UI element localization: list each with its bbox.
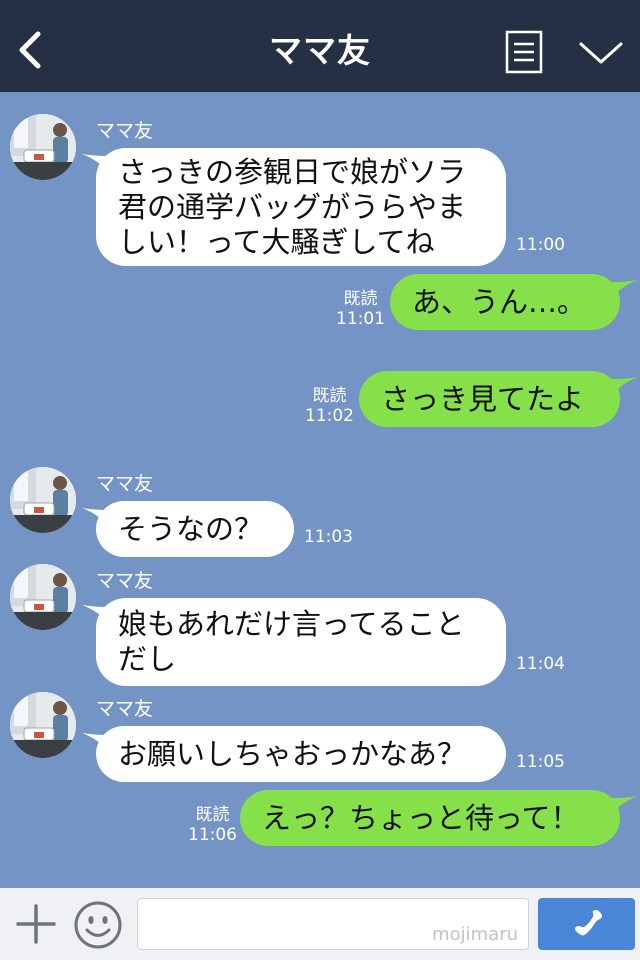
message-text: さっき見てたよ bbox=[381, 381, 585, 416]
message-bubble[interactable]: 娘もあれだけ言ってること だし bbox=[96, 598, 506, 686]
message-time: 11:00 bbox=[516, 235, 565, 255]
message-bubble[interactable]: あ、うん…。 bbox=[390, 274, 620, 330]
chat-area[interactable]: ママ友 さっきの参観日で娘がソラ 君の通学バッグがうらやま しい！って大騒ぎして… bbox=[0, 92, 640, 888]
message-text: 娘もあれだけ言ってること だし bbox=[118, 607, 465, 676]
menu-list-icon[interactable] bbox=[505, 30, 543, 74]
message-bubble[interactable]: さっき見てたよ bbox=[359, 371, 620, 427]
message-text: えっ？ちょっと待って！ bbox=[262, 800, 580, 835]
avatar[interactable] bbox=[10, 564, 76, 630]
bubble-tail bbox=[612, 377, 638, 395]
message-time: 11:03 bbox=[304, 527, 353, 547]
message-bubble[interactable]: えっ？ちょっと待って！ bbox=[240, 790, 620, 846]
message-text: そうなの？ bbox=[118, 511, 264, 546]
message-text: あ、うん…。 bbox=[412, 284, 587, 319]
message-bubble[interactable]: そうなの？ bbox=[96, 501, 294, 557]
message-time: 11:05 bbox=[516, 752, 565, 772]
chevron-down-icon[interactable] bbox=[578, 38, 624, 68]
phone-icon bbox=[575, 910, 602, 936]
sender-name: ママ友 bbox=[96, 120, 154, 142]
avatar[interactable] bbox=[10, 114, 76, 180]
call-button[interactable] bbox=[538, 898, 635, 950]
bubble-tail bbox=[612, 796, 638, 814]
message-time: 11:04 bbox=[516, 654, 565, 674]
read-receipt: 既読 11:01 bbox=[336, 289, 385, 329]
read-receipt: 既読 11:06 bbox=[188, 805, 237, 845]
smiley-icon[interactable] bbox=[73, 900, 123, 950]
read-receipt: 既読 11:02 bbox=[305, 386, 354, 426]
sender-name: ママ友 bbox=[96, 698, 154, 720]
chat-title: ママ友 bbox=[269, 31, 371, 70]
chat-header: ママ友 bbox=[0, 0, 640, 92]
message-bubble[interactable]: さっきの参観日で娘がソラ 君の通学バッグがうらやま しい！って大騒ぎしてね bbox=[96, 148, 506, 266]
avatar[interactable] bbox=[10, 692, 76, 758]
watermark: mojimaru bbox=[432, 924, 518, 945]
avatar[interactable] bbox=[10, 467, 76, 533]
sender-name: ママ友 bbox=[96, 473, 154, 495]
plus-icon[interactable] bbox=[14, 902, 58, 946]
input-bar: mojimaru bbox=[0, 888, 640, 960]
message-text: お願いしちゃおっかなあ？ bbox=[118, 736, 467, 771]
message-input[interactable]: mojimaru bbox=[137, 898, 529, 950]
bubble-tail bbox=[612, 280, 638, 298]
message-text: さっきの参観日で娘がソラ 君の通学バッグがうらやま しい！って大騒ぎしてね bbox=[118, 154, 467, 259]
message-bubble[interactable]: お願いしちゃおっかなあ？ bbox=[96, 726, 506, 782]
sender-name: ママ友 bbox=[96, 570, 154, 592]
